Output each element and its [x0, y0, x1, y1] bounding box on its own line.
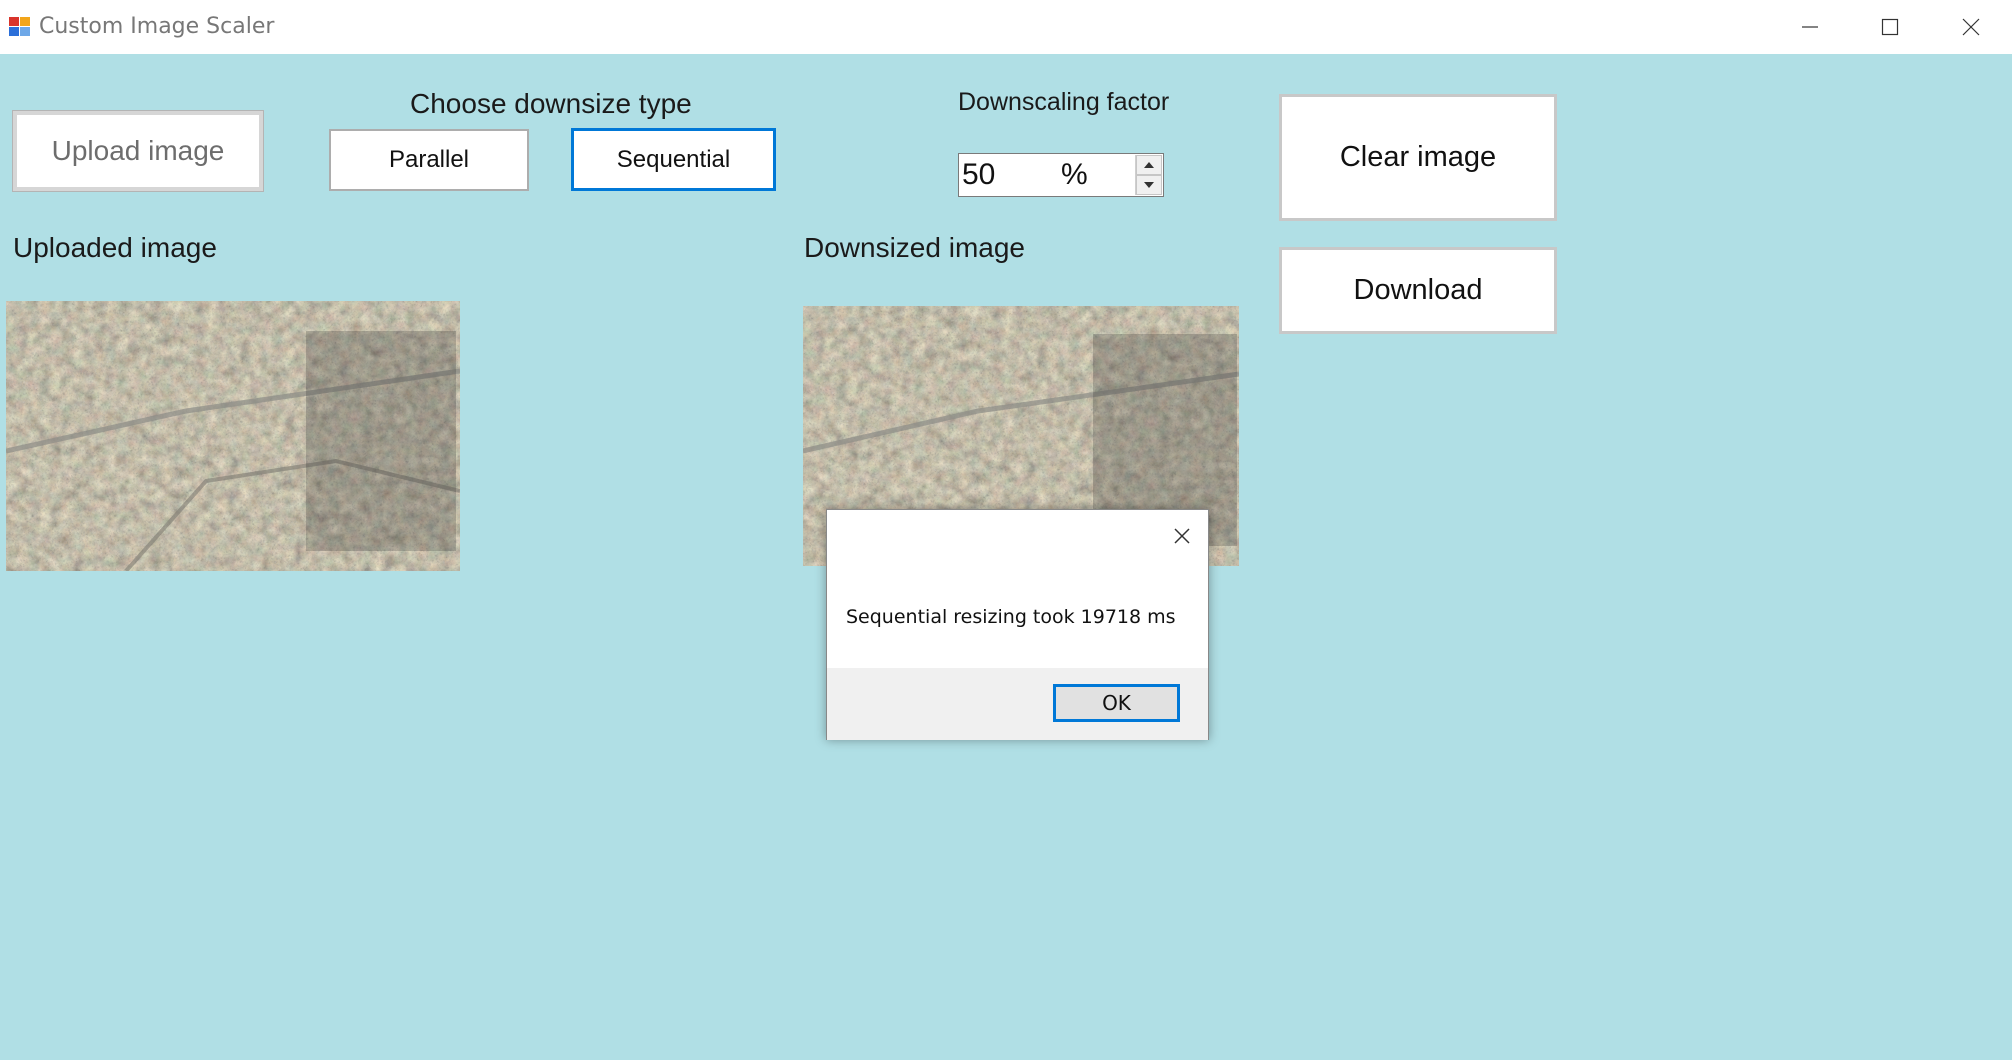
minimize-button[interactable] [1770, 0, 1850, 54]
dialog-close-button[interactable] [1170, 524, 1194, 548]
factor-unit: % [1061, 158, 1088, 191]
dialog-message: Sequential resizing took 19718 ms [846, 606, 1176, 628]
caret-down-icon [1144, 182, 1154, 188]
window-title: Custom Image Scaler [39, 14, 275, 39]
caret-up-icon [1144, 162, 1154, 168]
parallel-button[interactable]: Parallel [329, 129, 529, 191]
message-dialog: Sequential resizing took 19718 ms OK [826, 509, 1209, 740]
close-icon [1962, 18, 1980, 36]
factor-value[interactable]: 50 [962, 158, 995, 192]
sequential-button[interactable]: Sequential [571, 128, 776, 191]
uploaded-image-label: Uploaded image [13, 232, 217, 263]
app-window-icon [8, 14, 31, 37]
minimize-icon [1802, 26, 1818, 28]
ok-button[interactable]: OK [1053, 684, 1180, 722]
title-bar: Custom Image Scaler [0, 0, 2012, 54]
close-button[interactable] [1931, 0, 2011, 54]
downsize-type-label: Choose downsize type [410, 88, 692, 119]
spin-down-button[interactable] [1136, 175, 1162, 195]
downscaling-factor-label: Downscaling factor [958, 88, 1170, 116]
close-icon [1174, 528, 1190, 544]
maximize-icon [1881, 18, 1899, 36]
upload-image-button[interactable]: Upload image [12, 110, 264, 192]
spin-buttons [1135, 155, 1162, 195]
downsized-image-label: Downsized image [804, 232, 1025, 263]
downscaling-factor-spinner[interactable]: 50 % [958, 153, 1164, 197]
spin-up-button[interactable] [1136, 155, 1162, 175]
maximize-button[interactable] [1850, 0, 1930, 54]
clear-image-button[interactable]: Clear image [1279, 94, 1557, 221]
download-button[interactable]: Download [1279, 247, 1557, 334]
uploaded-image [6, 301, 460, 571]
